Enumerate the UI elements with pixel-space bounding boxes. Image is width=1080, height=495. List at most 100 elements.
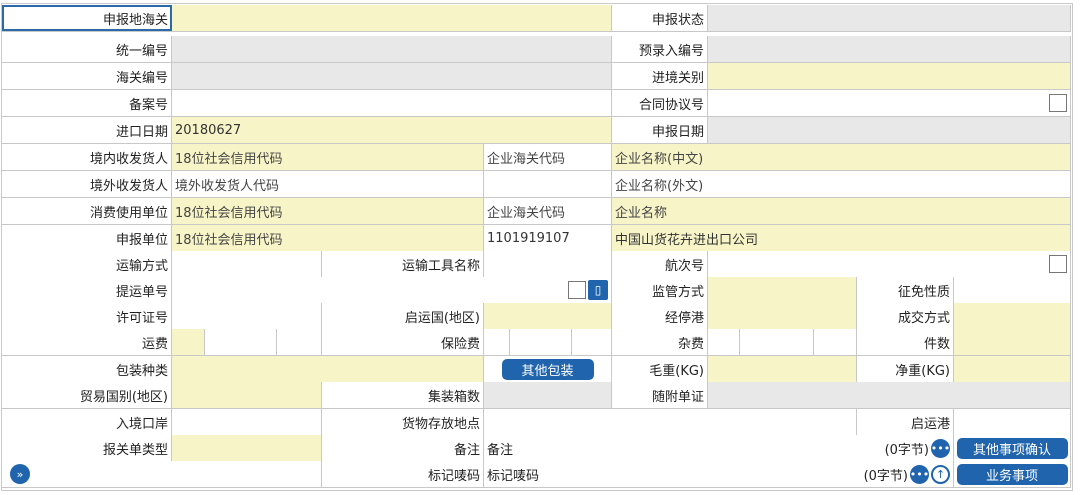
voyage-number-input[interactable] <box>708 251 1071 277</box>
remarks-placeholder: 备注 <box>487 442 514 458</box>
other-matters-cell: 其他事项确认 <box>954 435 1071 461</box>
domestic-consignee-customs-code-input[interactable]: 企业海关代码 <box>484 144 612 170</box>
expand-cell: » <box>2 461 322 487</box>
insurance-rate-input[interactable] <box>509 329 573 355</box>
declaring-unit-customs-code-input[interactable]: 1101919107 <box>484 225 612 251</box>
form-row: 提运单号 ▯ 监管方式 征免性质 <box>2 277 1071 304</box>
entry-customs-label: 进境关别 <box>612 63 708 89</box>
storage-location-label: 货物存放地点 <box>322 409 484 435</box>
form-row: 统一编号 预录入编号 <box>2 36 1071 63</box>
insurance-type-input[interactable] <box>484 329 510 355</box>
document-icon[interactable]: ▯ <box>588 280 608 300</box>
marks-label: 标记唛码 <box>322 461 484 487</box>
transport-name-label: 运输工具名称 <box>322 251 484 277</box>
voyage-checkbox[interactable] <box>1049 255 1067 273</box>
domestic-consignee-label: 境内收发货人 <box>2 144 172 170</box>
form-row: 境外收发货人 境外收发货人代码 企业名称(外文) <box>2 171 1071 198</box>
insurance-currency-input[interactable] <box>572 329 611 355</box>
package-count-input[interactable] <box>954 329 1071 355</box>
declare-customs-input[interactable] <box>172 5 612 31</box>
container-count-label: 集装箱数 <box>322 382 484 408</box>
remarks-input[interactable]: 备注 (0字节) ••• <box>484 435 954 461</box>
insurance-inputs <box>484 329 612 355</box>
overseas-consignee-name-input[interactable]: 企业名称(外文) <box>612 171 1071 197</box>
declare-status-field <box>708 5 1071 31</box>
consumer-unit-code-input[interactable]: 18位社会信用代码 <box>172 198 484 224</box>
gross-weight-input[interactable] <box>708 356 857 382</box>
overseas-empty <box>484 171 612 197</box>
record-number-input[interactable] <box>172 90 612 116</box>
import-date-input[interactable]: 20180627 <box>172 117 612 143</box>
tax-nature-input[interactable] <box>954 277 1071 303</box>
bill-of-lading-input[interactable]: ▯ <box>172 277 612 303</box>
transport-mode-label: 运输方式 <box>2 251 172 277</box>
transport-name-input[interactable] <box>484 251 612 277</box>
departure-port-input[interactable] <box>954 409 1071 435</box>
misc-rate-input[interactable] <box>739 329 815 355</box>
more-icon[interactable]: ••• <box>931 438 950 458</box>
consumer-unit-customs-code-input[interactable]: 企业海关代码 <box>484 198 612 224</box>
customs-number-field <box>172 63 612 89</box>
contract-checkbox[interactable] <box>1049 94 1067 112</box>
net-weight-label: 净重(KG) <box>857 356 954 382</box>
form-row: 申报单位 18位社会信用代码 1101919107 中国山货花卉进出口公司 <box>2 225 1071 252</box>
contract-number-label: 合同协议号 <box>612 90 708 116</box>
pre-entry-number-label: 预录入编号 <box>612 36 708 62</box>
departure-port-label: 启运港 <box>857 409 954 435</box>
misc-currency-input[interactable] <box>814 329 856 355</box>
container-count-field <box>484 382 612 408</box>
marks-input[interactable]: 标记唛码 (0字节) ••• ↑ <box>484 461 954 487</box>
declaring-unit-code-input[interactable]: 18位社会信用代码 <box>172 225 484 251</box>
transaction-mode-label: 成交方式 <box>857 303 954 329</box>
entry-port-input[interactable] <box>172 409 322 435</box>
more-icon[interactable]: ••• <box>910 464 929 484</box>
contract-number-input[interactable] <box>708 90 1071 116</box>
license-number-label: 许可证号 <box>2 303 172 329</box>
misc-type-input[interactable] <box>708 329 740 355</box>
form-row: 包装种类 其他包装 毛重(KG) 净重(KG) <box>2 356 1071 383</box>
freight-rate-input[interactable] <box>204 329 278 355</box>
expand-chevron-icon[interactable]: » <box>10 464 30 484</box>
domestic-consignee-code-input[interactable]: 18位社会信用代码 <box>172 144 484 170</box>
supervision-mode-input[interactable] <box>708 277 857 303</box>
form-row: 消费使用单位 18位社会信用代码 企业海关代码 企业名称 <box>2 198 1071 225</box>
transit-port-input[interactable] <box>708 303 857 329</box>
freight-currency-input[interactable] <box>277 329 321 355</box>
origin-country-input[interactable] <box>484 303 612 329</box>
package-type-label: 包装种类 <box>2 356 172 382</box>
marks-placeholder: 标记唛码 <box>487 468 540 484</box>
misc-fee-inputs <box>708 329 857 355</box>
bill-checkbox[interactable] <box>568 281 586 299</box>
other-package-button[interactable]: 其他包装 <box>501 358 594 380</box>
net-weight-input[interactable] <box>954 356 1071 382</box>
remarks-byte-count: (0字节) <box>884 442 929 458</box>
other-matters-confirm-button[interactable]: 其他事项确认 <box>956 437 1068 459</box>
declaration-type-input[interactable] <box>172 435 322 461</box>
remarks-label: 备注 <box>322 435 484 461</box>
transaction-mode-input[interactable] <box>954 303 1071 329</box>
upload-arrow-icon[interactable]: ↑ <box>931 464 950 484</box>
origin-country-label: 启运国(地区) <box>322 303 484 329</box>
declaring-unit-name-input[interactable]: 中国山货花卉进出口公司 <box>612 225 1071 251</box>
consumer-unit-name-input[interactable]: 企业名称 <box>612 198 1071 224</box>
customs-number-label: 海关编号 <box>2 63 172 89</box>
overseas-consignee-code-input[interactable]: 境外收发货人代码 <box>172 171 484 197</box>
transport-mode-input[interactable] <box>172 251 322 277</box>
business-matters-cell: 业务事项 <box>954 461 1071 487</box>
storage-location-input[interactable] <box>484 409 857 435</box>
domestic-consignee-name-input[interactable]: 企业名称(中文) <box>612 144 1071 170</box>
package-type-input[interactable] <box>172 356 484 382</box>
form-row: 入境口岸 货物存放地点 启运港 <box>2 409 1071 436</box>
trade-country-input[interactable] <box>172 382 322 408</box>
freight-type-input[interactable] <box>172 329 205 355</box>
unified-number-field <box>172 36 612 62</box>
form-row: 运费 保险费 杂费 件数 <box>2 329 1071 356</box>
form-row: 进口日期 20180627 申报日期 <box>2 117 1071 144</box>
entry-customs-input[interactable] <box>708 63 1071 89</box>
unified-number-label: 统一编号 <box>2 36 172 62</box>
declare-status-label: 申报状态 <box>612 5 708 31</box>
declare-date-field <box>708 117 1071 143</box>
business-matters-button[interactable]: 业务事项 <box>956 463 1068 485</box>
package-count-label: 件数 <box>857 329 954 355</box>
license-number-input[interactable] <box>172 303 322 329</box>
